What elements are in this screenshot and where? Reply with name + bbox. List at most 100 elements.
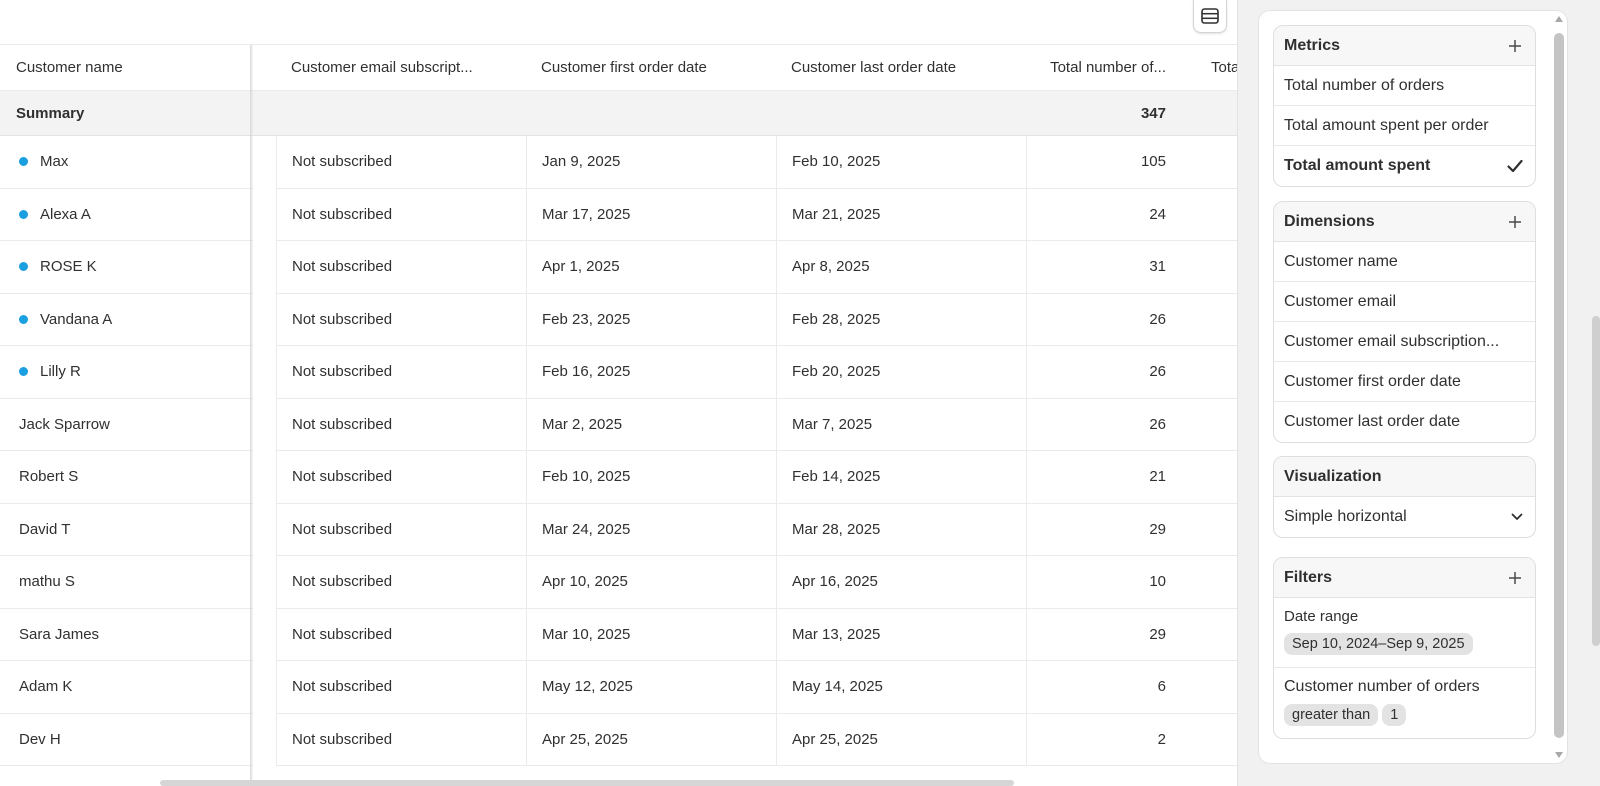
table-body: Max Not subscribed Jan 9, 2025 Feb 10, 2025… — [0, 136, 1237, 766]
dimension-item-first-order-date[interactable]: Customer first order date — [1274, 362, 1535, 402]
table-row[interactable]: Dev H Not subscribed Apr 25, 2025 Apr 25, 2… — [0, 713, 1237, 766]
filters-card: Filters Date range Sep 10, 2024–Sep 9, 2… — [1273, 557, 1536, 739]
dimension-label: Customer email — [1284, 292, 1397, 310]
cell-customer-name[interactable]: Vandana A — [0, 294, 250, 346]
table-row[interactable]: ROSE K Not subscribed Apr 1, 2025 Apr 8, 20… — [0, 241, 1237, 294]
metric-item-total-orders[interactable]: Total number of orders — [1274, 66, 1535, 106]
dimension-item-customer-email[interactable]: Customer email — [1274, 282, 1535, 322]
cell-total-orders: 2 — [1026, 713, 1176, 765]
customer-name-text: Max — [40, 153, 69, 171]
table-row[interactable]: mathu S Not subscribed Apr 10, 2025 Apr 16,… — [0, 556, 1237, 609]
summary-total-orders: 347 — [1140, 104, 1166, 122]
metric-item-total-amount-spent[interactable]: Total amount spent — [1274, 146, 1535, 186]
table-row[interactable]: Robert S Not subscribed Feb 10, 2025 Feb 14… — [0, 451, 1237, 504]
dimension-label: Customer first order date — [1284, 372, 1461, 390]
cell-customer-name[interactable]: ROSE K — [0, 241, 250, 293]
filter-operator-pill[interactable]: greater than — [1284, 704, 1379, 726]
table-row[interactable]: Adam K Not subscribed May 12, 2025 May 14, … — [0, 661, 1237, 714]
column-header-total-amount[interactable]: Tota — [1196, 45, 1237, 90]
cell-total-orders: 26 — [1026, 293, 1176, 345]
dimension-item-last-order-date[interactable]: Customer last order date — [1274, 402, 1535, 442]
table-row[interactable]: Max Not subscribed Jan 9, 2025 Feb 10, 2025… — [0, 136, 1237, 189]
cell-customer-name[interactable]: Alexa A — [0, 189, 250, 241]
cell-email-subscription: Not subscribed — [276, 241, 526, 293]
cell-customer-name[interactable]: Sara James — [0, 609, 250, 661]
column-header-customer-name[interactable]: Customer name — [0, 45, 250, 90]
column-header-email-subscription[interactable]: Customer email subscript... — [276, 45, 526, 90]
cell-email-subscription: Not subscribed — [276, 503, 526, 555]
chevron-down-icon — [1511, 513, 1523, 520]
summary-row: Summary 347 — [0, 90, 1237, 136]
filter-value-pill[interactable]: 1 — [1382, 704, 1407, 726]
cell-email-subscription: Not subscribed — [276, 398, 526, 450]
filters-title: Filters — [1284, 568, 1333, 586]
cell-last-order-date: Mar 13, 2025 — [776, 608, 1026, 660]
metric-item-amount-per-order[interactable]: Total amount spent per order — [1274, 106, 1535, 146]
visualization-select[interactable]: Simple horizontal — [1274, 497, 1535, 537]
cell-customer-name[interactable]: Lilly R — [0, 346, 250, 398]
report-table: Customer name Customer email subscript..… — [0, 0, 1238, 786]
page-scrollbar[interactable] — [1592, 316, 1600, 646]
triangle-up-icon — [1555, 16, 1563, 22]
customer-name-text: Vandana A — [40, 310, 113, 328]
status-dot — [19, 209, 28, 219]
cell-last-order-date: Mar 28, 2025 — [776, 503, 1026, 555]
cell-customer-name[interactable]: David T — [0, 504, 250, 556]
horizontal-scrollbar[interactable] — [160, 780, 1014, 786]
cell-customer-name[interactable]: Adam K — [0, 661, 250, 713]
cell-total-orders: 105 — [1026, 136, 1176, 188]
cell-customer-name[interactable]: Max — [0, 136, 250, 188]
frozen-column-divider — [250, 45, 253, 786]
dimension-item-customer-name[interactable]: Customer name — [1274, 242, 1535, 282]
dimension-item-email-subscription[interactable]: Customer email subscription... — [1274, 322, 1535, 362]
table-row[interactable]: David T Not subscribed Mar 24, 2025 Mar 28,… — [0, 503, 1237, 556]
filter-date-range-label: Date range — [1284, 608, 1359, 625]
cell-first-order-date: Mar 17, 2025 — [526, 188, 776, 240]
visualization-header: Visualization — [1274, 457, 1535, 497]
checkmark-icon — [1507, 159, 1523, 173]
cell-email-subscription: Not subscribed — [276, 451, 526, 503]
table-row[interactable]: Alexa A Not subscribed Mar 17, 2025 Mar 21,… — [0, 188, 1237, 241]
cell-email-subscription: Not subscribed — [276, 713, 526, 765]
customer-name-text: Robert S — [19, 468, 79, 486]
cell-customer-name[interactable]: mathu S — [0, 556, 250, 608]
cell-total-orders: 29 — [1026, 503, 1176, 555]
add-metric-button[interactable] — [1507, 38, 1523, 54]
status-dot — [19, 314, 28, 324]
add-dimension-button[interactable] — [1507, 214, 1523, 230]
column-header-last-order-date[interactable]: Customer last order date — [776, 45, 1026, 90]
table-row[interactable]: Jack Sparrow Not subscribed Mar 2, 2025 Mar… — [0, 398, 1237, 451]
scroll-down-arrow[interactable] — [1553, 750, 1565, 760]
cell-email-subscription: Not subscribed — [276, 556, 526, 608]
filter-date-range-pill[interactable]: Sep 10, 2024–Sep 9, 2025 — [1284, 633, 1473, 655]
customer-name-text: Dev H — [19, 730, 61, 748]
cell-customer-name[interactable]: Robert S — [0, 451, 250, 503]
dimensions-title: Dimensions — [1284, 212, 1375, 230]
dimension-label: Customer email subscription... — [1284, 332, 1500, 350]
cell-first-order-date: Jan 9, 2025 — [526, 136, 776, 188]
table-toolbar — [0, 0, 1237, 45]
column-header-total-orders[interactable]: Total number of... — [1026, 45, 1176, 90]
dimension-label: Customer last order date — [1284, 413, 1461, 430]
column-header-first-order-date[interactable]: Customer first order date — [526, 45, 776, 90]
metrics-card: Metrics Total number of orders Total amo… — [1273, 25, 1536, 187]
metrics-title: Metrics — [1284, 36, 1341, 54]
filter-date-range[interactable]: Date range Sep 10, 2024–Sep 9, 2025 — [1274, 598, 1535, 668]
dimension-label: Customer name — [1284, 252, 1398, 270]
table-row[interactable]: Vandana A Not subscribed Feb 23, 2025 Feb 2… — [0, 293, 1237, 346]
cell-customer-name[interactable]: Dev H — [0, 714, 250, 766]
filter-customer-orders[interactable]: Customer number of orders greater than 1 — [1274, 668, 1535, 738]
cell-customer-name[interactable]: Jack Sparrow — [0, 399, 250, 451]
table-row[interactable]: Sara James Not subscribed Mar 10, 2025 Mar … — [0, 608, 1237, 661]
table-row[interactable]: Lilly R Not subscribed Feb 16, 2025 Feb 20,… — [0, 346, 1237, 399]
cell-total-orders: 31 — [1026, 241, 1176, 293]
table-settings-button[interactable] — [1193, 0, 1227, 33]
dimensions-card: Dimensions Customer name Customer email … — [1273, 201, 1536, 443]
cell-last-order-date: Apr 8, 2025 — [776, 241, 1026, 293]
summary-label: Summary — [16, 104, 85, 122]
add-filter-button[interactable] — [1507, 570, 1523, 586]
scroll-up-arrow[interactable] — [1553, 14, 1565, 24]
customer-name-text: Adam K — [19, 678, 73, 696]
frozen-column-gap — [253, 136, 276, 786]
panel-scrollbar-thumb[interactable] — [1554, 33, 1564, 738]
